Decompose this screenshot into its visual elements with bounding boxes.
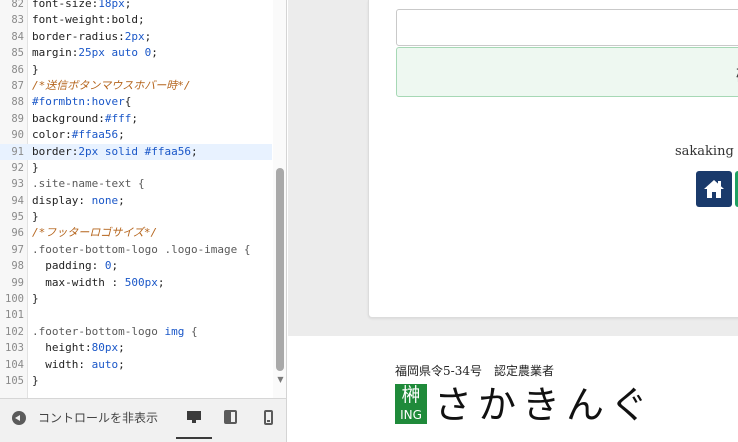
code-line[interactable]: 89 background:#fff; xyxy=(0,111,272,127)
code-line[interactable]: 84 border-radius:2px; xyxy=(0,29,272,45)
line-number: 89 xyxy=(11,112,24,125)
code-text: } xyxy=(32,210,39,224)
code-line[interactable]: 97 .footer-bottom-logo .logo-image { xyxy=(0,242,272,258)
code-lines[interactable]: 82 font-size:18px; 83 font-weight:bold; 84 bo… xyxy=(0,0,272,389)
code-text: border-radius:2px; xyxy=(32,29,152,43)
code-text: .site-name-text { xyxy=(32,177,145,191)
contact-form-card: 確 sakaking © xyxy=(368,0,738,318)
code-text: } xyxy=(32,373,39,387)
code-text: } xyxy=(32,160,39,174)
code-text: display: none; xyxy=(32,193,125,207)
code-text: } xyxy=(32,62,39,76)
code-line[interactable]: 98 padding: 0; xyxy=(0,258,272,274)
code-line[interactable]: 102 .footer-bottom-logo img { xyxy=(0,324,272,340)
desktop-icon[interactable] xyxy=(186,409,202,425)
code-line[interactable]: 104 width: auto; xyxy=(0,357,272,373)
code-line[interactable]: 93 .site-name-text { xyxy=(0,176,272,192)
scroll-down-arrow-icon[interactable]: ▼ xyxy=(276,376,285,384)
code-line[interactable]: 86} xyxy=(0,62,272,78)
line-number: 96 xyxy=(11,227,24,240)
line-number: 84 xyxy=(11,30,24,43)
preview-controls-bar: コントロールを非表示 xyxy=(0,398,287,442)
line-number: 101 xyxy=(5,309,24,322)
code-line[interactable]: 95} xyxy=(0,209,272,225)
code-text: background:#fff; xyxy=(32,111,138,125)
code-line[interactable]: 99 max-width : 500px; xyxy=(0,275,272,291)
code-text: } xyxy=(32,292,39,306)
line-number: 88 xyxy=(11,96,24,109)
code-line[interactable]: 88 #formbtn:hover{ xyxy=(0,94,272,110)
code-line[interactable]: 83 font-weight:bold; xyxy=(0,12,272,28)
code-text: #formbtn:hover{ xyxy=(32,95,132,109)
code-line[interactable]: 91 border:2px solid #ffaa56; xyxy=(0,143,272,160)
code-text: margin:25px auto 0; xyxy=(32,46,158,60)
line-number: 105 xyxy=(5,374,24,387)
line-number: 99 xyxy=(11,276,24,289)
code-text: max-width : 500px; xyxy=(32,275,165,289)
line-number: 100 xyxy=(5,293,24,306)
line-number: 103 xyxy=(5,342,24,355)
code-line[interactable]: 96 /*フッターロゴサイズ*/ xyxy=(0,225,272,241)
line-number: 94 xyxy=(11,194,24,207)
line-number: 85 xyxy=(11,47,24,60)
code-text: color:#ffaa56; xyxy=(32,128,125,142)
code-text: border:2px solid #ffaa56; xyxy=(32,144,198,158)
line-number: 83 xyxy=(11,14,24,27)
line-number: 93 xyxy=(11,178,24,191)
form-text-input[interactable] xyxy=(396,9,738,46)
tablet-icon[interactable] xyxy=(223,409,239,425)
code-line[interactable]: 103 height:80px; xyxy=(0,340,272,356)
code-line[interactable]: 87 /*送信ボタンマウスホバー時*/ xyxy=(0,78,272,94)
code-line[interactable]: 101 xyxy=(0,307,272,323)
submit-button[interactable]: 確 xyxy=(396,47,738,97)
code-text: padding: 0; xyxy=(32,259,119,273)
code-line[interactable]: 85 margin:25px auto 0; xyxy=(0,45,272,61)
line-number: 98 xyxy=(11,260,24,273)
line-number: 87 xyxy=(11,79,24,92)
line-number: 102 xyxy=(5,325,24,338)
selected-device-indicator xyxy=(176,437,212,439)
mobile-icon[interactable] xyxy=(261,409,277,425)
line-number: 92 xyxy=(11,161,24,174)
copyright-text: sakaking © xyxy=(675,144,738,159)
code-text: font-weight:bold; xyxy=(32,13,145,27)
code-line[interactable]: 100} xyxy=(0,291,272,307)
site-preview: 確 sakaking © 福岡県令5-34号 認定農業者 榊 ING さかきんぐ xyxy=(288,0,738,442)
logo-wordmark[interactable]: さかきんぐ xyxy=(434,384,654,426)
line-number: 90 xyxy=(11,129,24,142)
code-line[interactable]: 82 font-size:18px; xyxy=(0,0,272,12)
code-text: .footer-bottom-logo img { xyxy=(32,324,198,338)
line-number: 104 xyxy=(5,358,24,371)
line-number: 95 xyxy=(11,211,24,224)
line-number: 86 xyxy=(11,63,24,76)
code-editor[interactable]: 82 font-size:18px; 83 font-weight:bold; 84 bo… xyxy=(0,0,287,398)
site-footer: 福岡県令5-34号 認定農業者 榊 ING さかきんぐ xyxy=(288,336,738,442)
code-text: /*送信ボタンマウスホバー時*/ xyxy=(32,78,191,92)
home-icon xyxy=(704,180,724,198)
code-line[interactable]: 90 color:#ffaa56; xyxy=(0,127,272,143)
line-number: 82 xyxy=(11,0,24,10)
code-line[interactable]: 92} xyxy=(0,160,272,176)
code-text: width: auto; xyxy=(32,357,125,371)
line-number: 91 xyxy=(11,145,24,158)
code-line[interactable]: 94 display: none; xyxy=(0,193,272,209)
logo-mark: 榊 ING xyxy=(395,384,427,424)
code-text: /*フッターロゴサイズ*/ xyxy=(32,226,158,240)
chevron-left-circle-icon[interactable] xyxy=(12,411,26,425)
code-line[interactable]: 105} xyxy=(0,373,272,389)
scrollbar-thumb[interactable] xyxy=(276,168,284,371)
certification-text: 福岡県令5-34号 認定農業者 xyxy=(395,364,554,378)
code-text: font-size:18px; xyxy=(32,0,132,10)
line-number: 97 xyxy=(11,243,24,256)
hide-controls-button[interactable]: コントロールを非表示 xyxy=(38,411,158,425)
code-text: height:80px; xyxy=(32,341,125,355)
code-text: .footer-bottom-logo .logo-image { xyxy=(32,242,251,256)
home-button[interactable] xyxy=(696,171,732,207)
